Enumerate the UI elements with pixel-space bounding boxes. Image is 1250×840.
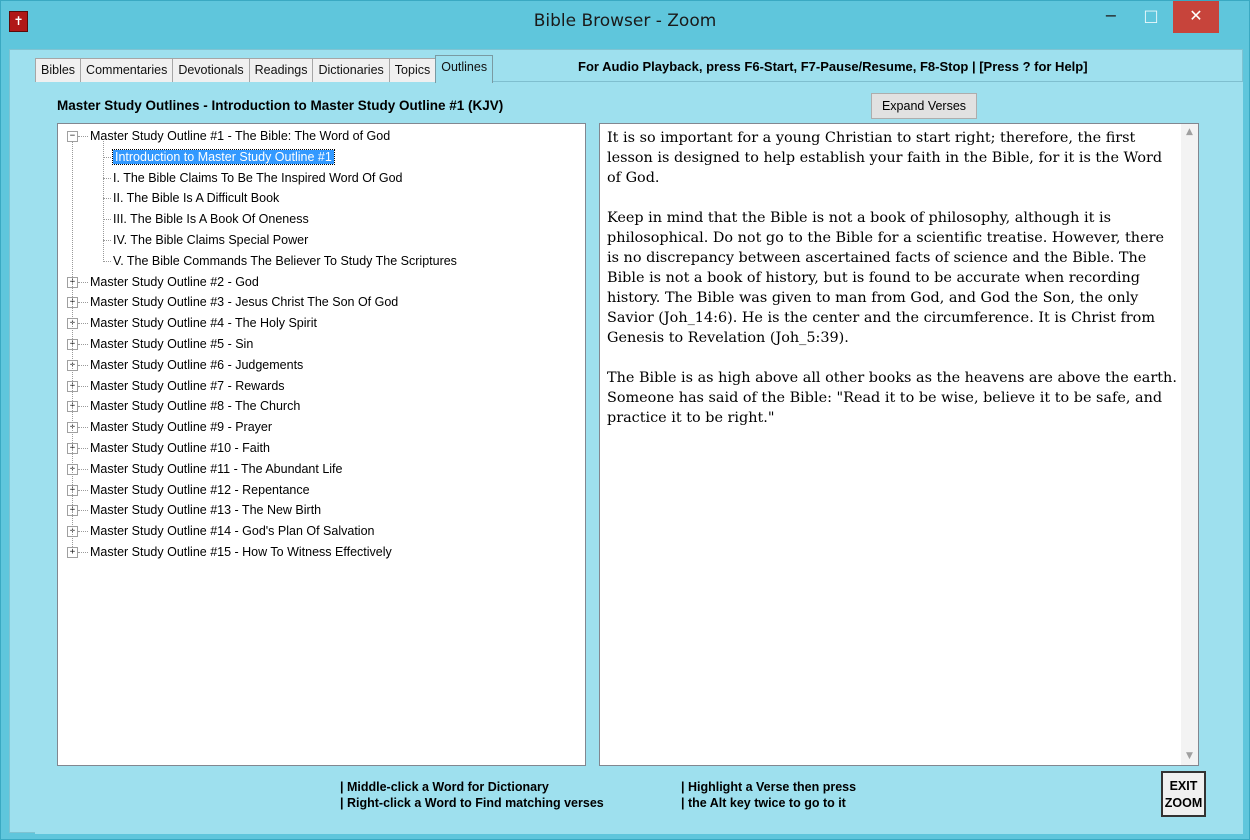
tab-dictionaries[interactable]: Dictionaries <box>312 58 390 82</box>
tab-commentaries[interactable]: Commentaries <box>80 58 174 82</box>
reader-paragraph[interactable]: Keep in mind that the Bible is not a boo… <box>607 208 1179 348</box>
audio-help-info: For Audio Playback, press F6-Start, F7-P… <box>578 59 1088 74</box>
tree-connector <box>103 141 104 262</box>
title-bar[interactable]: ✝ Bible Browser - Zoom − □ ✕ <box>1 1 1249 41</box>
tree-node-label[interactable]: Master Study Outline #7 - Rewards <box>90 376 285 396</box>
minimize-button[interactable]: − <box>1091 1 1131 33</box>
tree-connector <box>78 427 88 429</box>
tree-node-label[interactable]: Master Study Outline #6 - Judgements <box>90 355 303 375</box>
tab-readings[interactable]: Readings <box>248 58 314 82</box>
outline-reader[interactable]: It is so important for a young Christian… <box>599 123 1199 766</box>
tab-devotionals[interactable]: Devotionals <box>172 58 250 82</box>
item-label: II. The Bible Is A Difficult Book <box>113 191 280 206</box>
tree-connector <box>78 510 88 512</box>
tree-node-label[interactable]: Master Study Outline #10 - Faith <box>90 438 270 458</box>
tree-connector <box>78 344 88 345</box>
tree-connector <box>78 136 88 137</box>
tree-node-label[interactable]: Master Study Outline #8 - The Church <box>90 396 300 416</box>
highlight-verse-hint: | Highlight a Verse then press <box>681 780 857 794</box>
tree-node-label[interactable]: Master Study Outline #5 - Sin <box>90 334 253 354</box>
reader-scrollbar[interactable]: ▲ ▼ <box>1181 124 1198 765</box>
exit-zoom-line1: EXIT <box>1169 779 1198 793</box>
tree-child-item[interactable]: I. The Bible Claims To Be The Inspired W… <box>113 168 403 188</box>
tree-connector <box>78 323 88 325</box>
tree-connector <box>72 141 73 547</box>
tree-node-label[interactable]: Master Study Outline #14 - God's Plan Of… <box>90 521 374 541</box>
window-title: Bible Browser - Zoom <box>533 11 717 31</box>
expand-verses-button[interactable]: Expand Verses <box>871 93 977 119</box>
tree-node-label[interactable]: Master Study Outline #9 - Prayer <box>90 417 272 437</box>
bible-browser-window: ✝ Bible Browser - Zoom − □ ✕ Bibles Comme… <box>0 0 1250 840</box>
outline-tree[interactable]: − Master Study Outline #1 - The Bible: Th… <box>57 123 586 766</box>
find-verses-hint: | Right-click a Word to Find matching ve… <box>340 796 604 810</box>
tree-connector <box>78 468 88 470</box>
tree-connector <box>78 281 88 283</box>
tab-outlines[interactable]: Outlines <box>435 55 494 83</box>
tree-connector <box>78 552 88 553</box>
tree-node-label[interactable]: Master Study Outline #12 - Repentance <box>90 480 310 500</box>
item-label: IV. The Bible Claims Special Power <box>113 233 309 247</box>
tree-connector <box>103 260 111 262</box>
item-label: V. The Bible Commands The Believer To St… <box>113 253 457 268</box>
scroll-up-icon[interactable]: ▲ <box>1181 124 1198 141</box>
tree-node-label[interactable]: Master Study Outline #1 - The Bible: The… <box>90 126 390 146</box>
exit-zoom-button[interactable]: EXIT ZOOM <box>1161 771 1206 817</box>
tree-connector <box>103 219 111 221</box>
tab-topics[interactable]: Topics <box>388 58 437 82</box>
tab-bibles[interactable]: Bibles <box>35 58 82 82</box>
close-button[interactable]: ✕ <box>1173 1 1219 33</box>
tree-connector <box>103 177 111 179</box>
tree-connector <box>78 531 88 533</box>
tree-node-label[interactable]: Master Study Outline #11 - The Abundant … <box>90 459 342 479</box>
tree-child-item[interactable]: Introduction to Master Study Outline #1 <box>112 147 335 167</box>
tab-strip: Bibles Commentaries Devotionals Readings Dic… <box>35 55 494 83</box>
tree-child-item[interactable]: IV. The Bible Claims Special Power <box>113 230 308 250</box>
item-label: I. The Bible Claims To Be The Inspired W… <box>113 170 403 185</box>
tree-node-label[interactable]: Master Study Outline #2 - God <box>90 272 259 292</box>
selected-item-label: Introduction to Master Study Outline #1 <box>112 148 335 165</box>
tree-connector <box>78 364 88 366</box>
item-label: III. The Bible Is A Book Of Oneness <box>113 212 309 227</box>
dictionary-hint: | Middle-click a Word for Dictionary <box>340 780 549 794</box>
tree-connector <box>78 448 88 449</box>
tree-node-label[interactable]: Master Study Outline #13 - The New Birth <box>90 500 321 520</box>
tree-connector <box>78 489 88 491</box>
exit-zoom-line2: ZOOM <box>1164 796 1203 810</box>
tree-connector <box>78 406 88 408</box>
maximize-button[interactable]: □ <box>1131 1 1171 33</box>
reader-paragraph[interactable]: The Bible is as high above all other boo… <box>607 368 1179 428</box>
tree-connector <box>78 302 88 304</box>
tree-child-item[interactable]: V. The Bible Commands The Believer To St… <box>113 251 457 271</box>
scroll-down-icon[interactable]: ▼ <box>1181 748 1198 765</box>
tree-child-item[interactable]: III. The Bible Is A Book Of Oneness <box>113 209 309 229</box>
tree-node-label[interactable]: Master Study Outline #3 - Jesus Christ T… <box>90 292 398 312</box>
tree-child-item[interactable]: II. The Bible Is A Difficult Book <box>113 188 279 208</box>
tree-connector <box>78 385 88 387</box>
tree-connector <box>103 240 111 241</box>
tree-node-label[interactable]: Master Study Outline #4 - The Holy Spiri… <box>90 313 317 333</box>
alt-key-hint: | the Alt key twice to go to it <box>681 796 846 810</box>
tree-connector <box>103 156 111 158</box>
page-title: Master Study Outlines - Introduction to … <box>57 98 504 113</box>
expand-toggle-icon[interactable]: + <box>67 547 78 558</box>
tree-connector <box>103 198 111 200</box>
tree-node-label[interactable]: Master Study Outline #15 - How To Witnes… <box>90 542 392 562</box>
reader-paragraph[interactable]: It is so important for a young Christian… <box>607 128 1179 188</box>
reader-text[interactable]: It is so important for a young Christian… <box>607 128 1179 448</box>
